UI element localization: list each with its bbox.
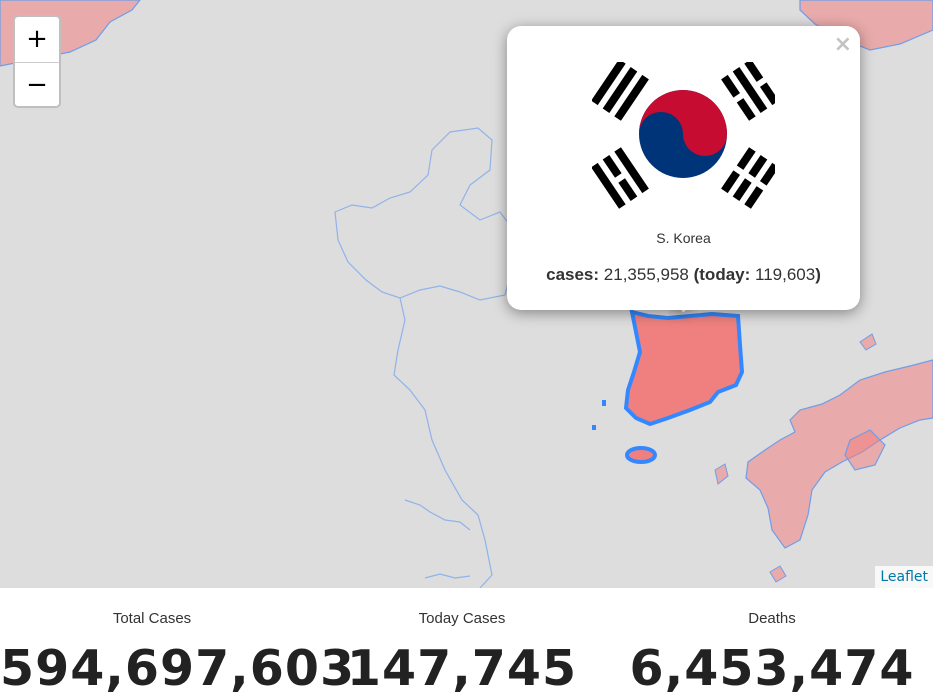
- today-label: (today:: [693, 265, 751, 284]
- zoom-out-button[interactable]: −: [15, 63, 59, 106]
- coastline: [424, 573, 471, 579]
- zoom-in-button[interactable]: +: [15, 17, 59, 63]
- country-shape: [769, 565, 787, 583]
- cases-label: cases:: [546, 265, 600, 284]
- country-shape: [714, 463, 729, 485]
- close-icon[interactable]: ×: [834, 32, 852, 57]
- islands: [592, 400, 606, 430]
- south-korea-flag-icon: [592, 62, 775, 209]
- stat-label: Today Cases: [418, 610, 506, 627]
- stat-label: Deaths: [748, 610, 796, 627]
- selected-country-shape: [623, 309, 745, 427]
- stat-value: 6,453,474: [629, 640, 915, 697]
- country-shape: [859, 333, 877, 351]
- stats-bar: Total Cases 594,697,603 Today Cases 147,…: [0, 588, 933, 699]
- selected-country-shape: [625, 446, 657, 464]
- coastline: [393, 297, 493, 588]
- attribution-link[interactable]: Leaflet: [875, 566, 933, 588]
- stat-label: Total Cases: [112, 610, 192, 627]
- stat-value: 594,697,603: [0, 640, 356, 697]
- today-close: ): [815, 265, 821, 284]
- popup-cases-line: cases: 21,355,958 (today: 119,603): [507, 265, 860, 285]
- stat-value: 147,745: [346, 640, 578, 697]
- cases-value: 21,355,958: [603, 265, 689, 284]
- country-popup: × S. Korea cases: 21,355,958 (today: 119…: [507, 26, 860, 310]
- popup-country-name: S. Korea: [656, 230, 711, 246]
- zoom-control: + −: [13, 15, 61, 108]
- country-shape: [745, 359, 933, 549]
- today-value: 119,603: [755, 265, 816, 284]
- coastline: [404, 499, 471, 531]
- coastline: [334, 127, 521, 301]
